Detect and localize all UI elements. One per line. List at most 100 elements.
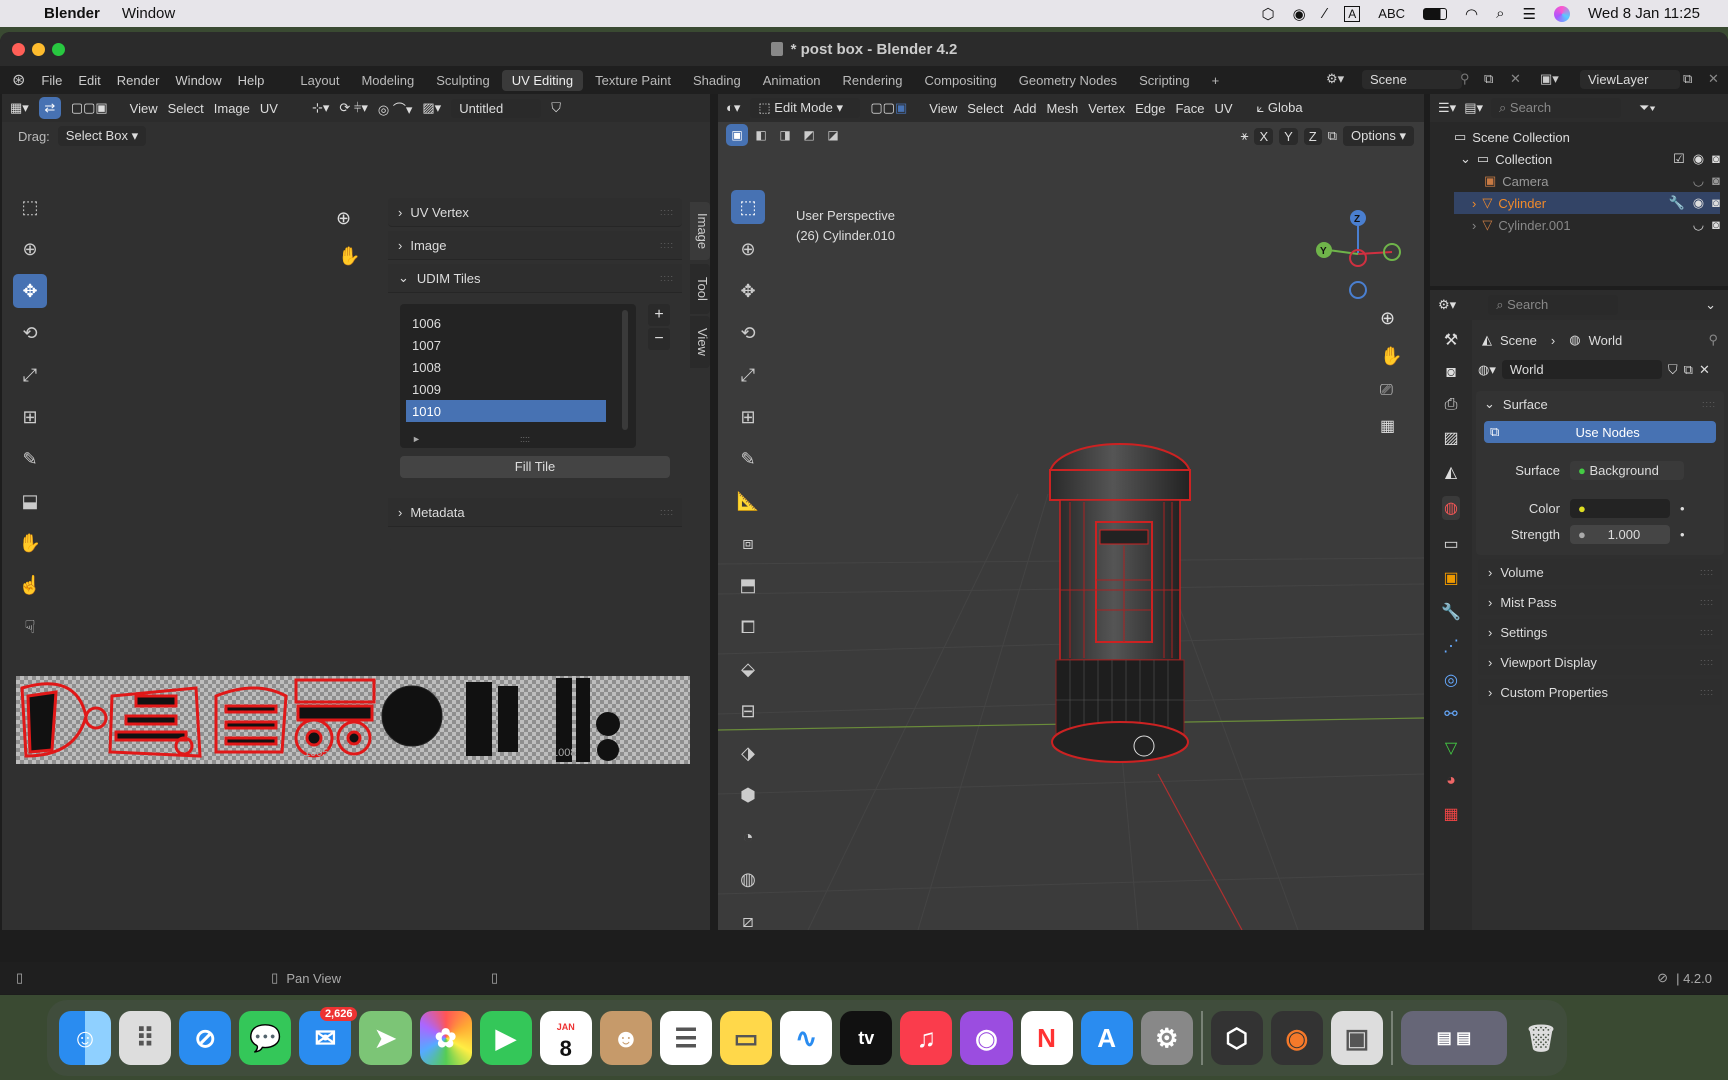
include-checkbox[interactable]: ☑ bbox=[1673, 151, 1685, 167]
stats-icon[interactable]: ⊘ bbox=[1657, 970, 1668, 986]
clock[interactable]: Wed 8 Jan 11:25 bbox=[1588, 5, 1700, 22]
outliner-type-icon[interactable]: ☰▾ bbox=[1438, 100, 1456, 116]
properties-type-icon[interactable]: ⚙▾ bbox=[1438, 297, 1456, 313]
particles-tab-icon[interactable]: ⋰ bbox=[1443, 636, 1459, 656]
mail-icon[interactable]: ✉ 2,626 bbox=[299, 1007, 358, 1065]
menu-help[interactable]: Help bbox=[230, 73, 273, 88]
tab-scripting[interactable]: Scripting bbox=[1129, 70, 1200, 91]
section-mist-pass[interactable]: › Mist Pass:::: bbox=[1478, 589, 1722, 615]
tab-shading[interactable]: Shading bbox=[683, 70, 751, 91]
system-settings-icon[interactable]: ⚙ bbox=[1140, 1011, 1193, 1065]
remove-tile-button[interactable]: − bbox=[648, 328, 670, 350]
finder-icon[interactable]: ☺ bbox=[59, 1011, 112, 1065]
recent-windows-icon[interactable]: ▤ ▤ bbox=[1400, 1011, 1508, 1065]
scene-selector[interactable]: Scene bbox=[1362, 70, 1462, 89]
vp-spin-icon[interactable]: ◔ bbox=[731, 820, 765, 854]
zoom-icon[interactable]: ⊕ bbox=[336, 208, 351, 229]
udim-tile-item[interactable]: 1009 bbox=[406, 378, 606, 400]
panel-uv-vertex[interactable]: › UV Vertex:::: bbox=[388, 198, 682, 227]
scale-tool-icon[interactable]: ⤢ bbox=[13, 358, 47, 392]
vp-rotate-icon[interactable]: ⟲ bbox=[731, 316, 765, 350]
facetime-icon[interactable]: ▶ bbox=[479, 1011, 532, 1065]
texture-tab-icon[interactable]: ▦ bbox=[1443, 804, 1458, 824]
viewlayer-selector[interactable]: ViewLayer bbox=[1580, 70, 1680, 89]
tab-geometry-nodes[interactable]: Geometry Nodes bbox=[1009, 70, 1127, 91]
outliner-row[interactable]: ▭ Scene Collection bbox=[1454, 126, 1720, 148]
vp-add-cube-icon[interactable]: ⧈ bbox=[731, 526, 765, 560]
section-volume[interactable]: › Volume:::: bbox=[1478, 559, 1722, 585]
scene-close-icon[interactable]: ✕ bbox=[1510, 71, 1521, 87]
vp-scale-icon[interactable]: ⤢ bbox=[731, 358, 765, 392]
vp-pan-icon[interactable]: ✋ bbox=[1380, 346, 1402, 367]
vp-zoom-icon[interactable]: ⊕ bbox=[1380, 308, 1395, 329]
tab-modeling[interactable]: Modeling bbox=[351, 70, 424, 91]
render-camera-icon[interactable]: ◙ bbox=[1712, 173, 1720, 189]
scene-pin-icon[interactable]: ⚲ bbox=[1460, 71, 1470, 87]
spotlight-icon[interactable]: ⌕ bbox=[1496, 5, 1504, 22]
collection-tab-icon[interactable]: ▭ bbox=[1443, 534, 1458, 554]
messages-icon[interactable]: 💬 bbox=[239, 1011, 292, 1065]
udim-tile-item[interactable]: 1007 bbox=[406, 334, 606, 356]
output-tab-icon[interactable]: ⎙ bbox=[1445, 396, 1458, 414]
snap-icon[interactable]: ⟳ ⫩▾ bbox=[339, 100, 368, 116]
relax-tool-icon[interactable]: ☝ bbox=[13, 568, 47, 602]
world-unlink-icon[interactable]: ✕ bbox=[1699, 362, 1710, 378]
proportional-icon[interactable]: ◎ ⌒▾ bbox=[378, 99, 412, 118]
launchpad-icon[interactable]: ⠿ bbox=[119, 1011, 172, 1065]
close-button[interactable] bbox=[12, 43, 25, 56]
outliner-row[interactable]: › ▽ Cylinder.001 ◡ ◙ bbox=[1454, 214, 1720, 236]
blender-icon[interactable]: ◉ bbox=[1270, 1011, 1323, 1065]
tab-rendering[interactable]: Rendering bbox=[833, 70, 913, 91]
pinch-tool-icon[interactable]: ☟ bbox=[13, 610, 47, 644]
slash-status-icon[interactable]: ⁄ bbox=[1324, 5, 1327, 22]
vp-camera-icon[interactable]: ⎚ bbox=[1380, 382, 1393, 400]
scene-copy-icon[interactable]: ⧉ bbox=[1484, 71, 1493, 87]
vp-inset-icon[interactable]: ⧠ bbox=[731, 610, 765, 644]
control-center-icon[interactable]: ☰ bbox=[1523, 5, 1536, 23]
view-layer-tab-icon[interactable]: ▨ bbox=[1443, 428, 1458, 448]
outliner-search[interactable]: ⌕ Search bbox=[1491, 98, 1621, 118]
postbox-model[interactable] bbox=[1040, 430, 1220, 790]
object-tab-icon[interactable]: ▣ bbox=[1443, 568, 1458, 588]
world-tab-icon[interactable]: ◍ bbox=[1442, 496, 1460, 520]
vp-measure-icon[interactable]: 📐 bbox=[731, 484, 765, 518]
editor-type-icon[interactable]: ▦▾ bbox=[10, 100, 29, 116]
list-scrollbar[interactable] bbox=[622, 310, 628, 430]
world-name-field[interactable]: World bbox=[1501, 360, 1662, 379]
image-name-field[interactable]: Untitled bbox=[451, 98, 542, 118]
hidden-icon[interactable]: ◡ bbox=[1693, 217, 1704, 233]
panel-metadata[interactable]: › Metadata:::: bbox=[388, 498, 682, 527]
freeform-icon[interactable]: ∿ bbox=[780, 1011, 833, 1065]
uv-menu-view[interactable]: View bbox=[130, 101, 158, 116]
constraints-tab-icon[interactable]: ⚯ bbox=[1444, 704, 1457, 724]
select-box-tool-icon[interactable]: ⬚ bbox=[13, 190, 47, 224]
udim-tile-item[interactable]: 1006 bbox=[406, 312, 606, 334]
section-viewport-display[interactable]: › Viewport Display:::: bbox=[1478, 649, 1722, 675]
pin-icon[interactable]: ⚲ bbox=[1708, 332, 1718, 348]
menu-edit[interactable]: Edit bbox=[70, 73, 108, 88]
render-camera-icon[interactable]: ◙ bbox=[1712, 151, 1720, 167]
notes-icon[interactable]: ▭ bbox=[720, 1011, 773, 1065]
viewlayer-close-icon[interactable]: ✕ bbox=[1708, 71, 1719, 87]
navigation-gizmo[interactable]: Z Y bbox=[1310, 204, 1420, 314]
reminders-icon[interactable]: ☰ bbox=[659, 1011, 713, 1065]
keyframe-dot[interactable]: • bbox=[1680, 501, 1685, 516]
uv-tiles-strip[interactable]: 1005 1008 bbox=[16, 676, 690, 764]
material-tab-icon[interactable]: ◕ bbox=[1446, 772, 1456, 790]
eye-icon[interactable]: ◉ bbox=[1693, 195, 1704, 211]
apple-tv-icon[interactable]: tv bbox=[840, 1011, 893, 1065]
display-mode-icon[interactable]: ▤▾ bbox=[1464, 100, 1483, 116]
shield-icon[interactable]: ⛉ bbox=[551, 100, 561, 116]
surface-shader-field[interactable]: ● Background bbox=[1570, 460, 1684, 480]
trash-icon[interactable]: 🗑 bbox=[1515, 1011, 1567, 1065]
tab-layout[interactable]: Layout bbox=[290, 70, 349, 91]
outliner-row[interactable]: ⌄ ▭ Collection ☑ ◉ ◙ bbox=[1454, 148, 1720, 170]
app-menu[interactable]: Blender bbox=[44, 5, 100, 22]
surface-header[interactable]: ⌄ Surface:::: bbox=[1476, 391, 1724, 417]
keyframe-dot[interactable]: • bbox=[1680, 527, 1685, 542]
rotate-tool-icon[interactable]: ⟲ bbox=[13, 316, 47, 350]
rip-tool-icon[interactable]: ⬓ bbox=[13, 484, 47, 518]
vp-shear-icon[interactable]: ⧄ bbox=[731, 904, 765, 931]
app-store-icon[interactable]: A bbox=[1080, 1011, 1133, 1065]
preview-icon[interactable]: ▣ bbox=[1330, 1011, 1383, 1065]
